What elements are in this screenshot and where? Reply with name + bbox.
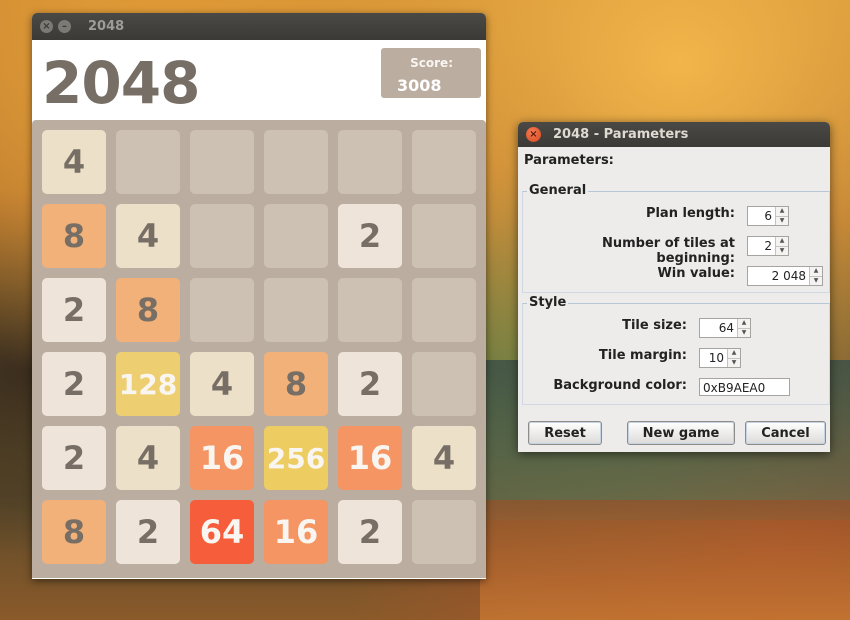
new-game-button[interactable]: New game bbox=[627, 421, 735, 445]
general-group: General Plan length: 6 ▲ ▼ Number of tile… bbox=[522, 183, 830, 293]
score-label: Score: bbox=[410, 56, 453, 70]
style-group: Style Tile size: 64 ▲ ▼ Tile margin: 10 ▲… bbox=[522, 295, 830, 405]
tile: 128 bbox=[116, 352, 180, 416]
tile: 256 bbox=[264, 426, 328, 490]
window-title: 2048 bbox=[88, 19, 125, 34]
plan-length-value[interactable]: 6 bbox=[748, 209, 775, 223]
game-title: 2048 bbox=[42, 49, 200, 117]
tile: 8 bbox=[42, 204, 106, 268]
dialog-titlebar[interactable]: × 2048 - Parameters bbox=[518, 122, 830, 147]
tile: 8 bbox=[264, 352, 328, 416]
empty-tile bbox=[338, 278, 402, 342]
win-value-spinner[interactable]: 2 048 ▲ ▼ bbox=[747, 266, 823, 286]
tile-size-value[interactable]: 64 bbox=[700, 321, 737, 335]
empty-tile bbox=[190, 130, 254, 194]
tile: 4 bbox=[190, 352, 254, 416]
empty-tile bbox=[116, 130, 180, 194]
game-header: 2048 Score: 3008 bbox=[32, 40, 486, 120]
reset-button[interactable]: Reset bbox=[528, 421, 602, 445]
tile-size-label: Tile size: bbox=[622, 318, 687, 333]
win-value-label: Win value: bbox=[657, 266, 735, 281]
tile: 8 bbox=[42, 500, 106, 564]
tile: 4 bbox=[42, 130, 106, 194]
score-box: Score: 3008 bbox=[381, 48, 481, 98]
win-value-value[interactable]: 2 048 bbox=[748, 269, 809, 283]
game-window: × – 2048 2048 Score: 3008 4 8 4 2 2 8 2 128 4 8 2 2… bbox=[32, 13, 486, 579]
plan-length-spinner[interactable]: 6 ▲ ▼ bbox=[747, 206, 789, 226]
dialog-title: 2048 - Parameters bbox=[553, 127, 689, 142]
background-color-field[interactable]: 0xB9AEA0 bbox=[699, 378, 790, 396]
spinner-up-icon[interactable]: ▲ bbox=[728, 349, 740, 359]
tiles-beginning-value[interactable]: 2 bbox=[748, 239, 775, 253]
general-group-title: General bbox=[527, 183, 589, 198]
empty-tile bbox=[412, 130, 476, 194]
tile-margin-spinner[interactable]: 10 ▲ ▼ bbox=[699, 348, 741, 368]
close-icon[interactable]: × bbox=[40, 20, 53, 33]
tile: 8 bbox=[116, 278, 180, 342]
background-foliage bbox=[480, 500, 850, 620]
tile: 2 bbox=[42, 352, 106, 416]
parameters-dialog: × 2048 - Parameters Parameters: General … bbox=[518, 122, 830, 452]
background-color-label: Background color: bbox=[553, 378, 687, 393]
tile-margin-value[interactable]: 10 bbox=[700, 351, 727, 365]
spinner-down-icon[interactable]: ▼ bbox=[776, 217, 788, 226]
game-window-titlebar[interactable]: × – 2048 bbox=[32, 13, 486, 40]
tile-margin-label: Tile margin: bbox=[598, 348, 687, 363]
tile: 2 bbox=[116, 500, 180, 564]
minimize-icon[interactable]: – bbox=[58, 20, 71, 33]
parameters-label: Parameters: bbox=[524, 153, 614, 168]
empty-tile bbox=[412, 352, 476, 416]
spinner-down-icon[interactable]: ▼ bbox=[728, 359, 740, 368]
empty-tile bbox=[264, 130, 328, 194]
spinner-up-icon[interactable]: ▲ bbox=[776, 237, 788, 247]
tile: 4 bbox=[412, 426, 476, 490]
empty-tile bbox=[412, 278, 476, 342]
spinner-up-icon[interactable]: ▲ bbox=[738, 319, 750, 329]
spinner-up-icon[interactable]: ▲ bbox=[776, 207, 788, 217]
spinner-down-icon[interactable]: ▼ bbox=[810, 277, 822, 286]
empty-tile bbox=[412, 204, 476, 268]
empty-tile bbox=[412, 500, 476, 564]
tiles-beginning-label: Number of tiles at beginning: bbox=[601, 236, 735, 266]
close-icon[interactable]: × bbox=[526, 127, 541, 142]
style-group-title: Style bbox=[527, 295, 569, 310]
tile: 4 bbox=[116, 426, 180, 490]
tile: 2 bbox=[42, 426, 106, 490]
tile: 64 bbox=[190, 500, 254, 564]
score-value: 3008 bbox=[397, 76, 442, 95]
spinner-down-icon[interactable]: ▼ bbox=[776, 247, 788, 256]
tile: 2 bbox=[338, 500, 402, 564]
tile: 2 bbox=[42, 278, 106, 342]
empty-tile bbox=[338, 130, 402, 194]
tile: 2 bbox=[338, 204, 402, 268]
tile: 2 bbox=[338, 352, 402, 416]
game-board[interactable]: 4 8 4 2 2 8 2 128 4 8 2 2 4 16 256 16 4 8 2 64 16 2 bbox=[32, 120, 486, 578]
tile: 16 bbox=[190, 426, 254, 490]
empty-tile bbox=[264, 278, 328, 342]
tile: 16 bbox=[264, 500, 328, 564]
cancel-button[interactable]: Cancel bbox=[745, 421, 826, 445]
spinner-down-icon[interactable]: ▼ bbox=[738, 329, 750, 338]
tile: 16 bbox=[338, 426, 402, 490]
spinner-up-icon[interactable]: ▲ bbox=[810, 267, 822, 277]
tiles-beginning-spinner[interactable]: 2 ▲ ▼ bbox=[747, 236, 789, 256]
empty-tile bbox=[190, 278, 254, 342]
empty-tile bbox=[264, 204, 328, 268]
empty-tile bbox=[190, 204, 254, 268]
plan-length-label: Plan length: bbox=[645, 206, 735, 221]
tile: 4 bbox=[116, 204, 180, 268]
tile-size-spinner[interactable]: 64 ▲ ▼ bbox=[699, 318, 751, 338]
